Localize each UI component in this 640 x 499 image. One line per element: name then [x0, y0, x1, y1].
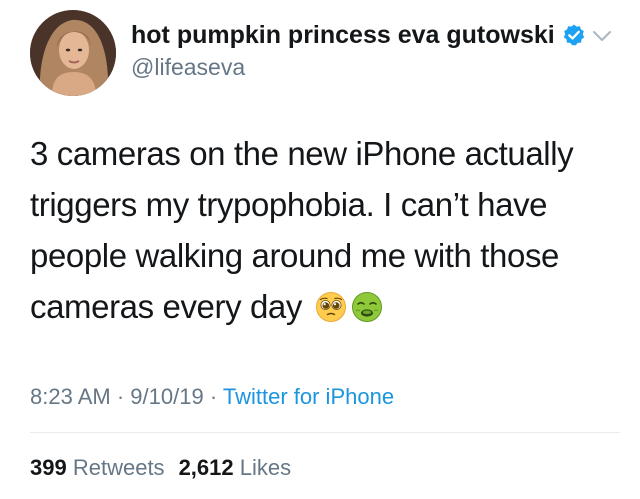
tweet-time[interactable]: 8:23 AM [30, 384, 111, 409]
meta-separator: · [209, 384, 218, 409]
likes-stat[interactable]: 2,612 Likes [179, 455, 292, 480]
tweet-header: hot pumpkin princess eva gutowski @lifea… [131, 18, 586, 81]
tweet-stats: 399 Retweets 2,612 Likes [30, 455, 291, 481]
pleading-face-emoji-icon [315, 292, 346, 322]
tweet-card: hot pumpkin princess eva gutowski @lifea… [0, 0, 640, 499]
tweet-text: 3 cameras on the new iPhone actually tri… [30, 128, 610, 332]
tweet-text-line: triggers my trypophobia. I can’t have [30, 186, 548, 223]
likes-count: 2,612 [178, 455, 234, 480]
display-name[interactable]: hot pumpkin princess eva gutowski [131, 21, 555, 50]
divider [30, 432, 620, 433]
chevron-down-icon[interactable] [591, 28, 613, 44]
verified-badge-icon [562, 23, 586, 47]
tweet-source-link[interactable]: Twitter for iPhone [223, 384, 394, 409]
meta-separator: · [116, 384, 125, 409]
tweet-text-line: people walking around me with those [30, 237, 560, 274]
retweets-label: Retweets [72, 455, 165, 480]
name-row: hot pumpkin princess eva gutowski [131, 18, 586, 52]
tweet-text-line: cameras every day [30, 288, 302, 325]
avatar[interactable] [30, 10, 116, 96]
retweets-stat[interactable]: 399 Retweets [30, 455, 165, 480]
tweet-text-line-last: cameras every day [30, 281, 610, 332]
retweets-count: 399 [30, 455, 67, 480]
nauseated-face-emoji-icon [351, 292, 382, 322]
tweet-text-line: 3 cameras on the new iPhone actually [30, 135, 574, 172]
tweet-date[interactable]: 9/10/19 [130, 384, 203, 409]
tweet-meta: 8:23 AM · 9/10/19 · Twitter for iPhone [30, 384, 394, 410]
avatar-photo-icon [30, 10, 116, 96]
likes-label: Likes [239, 455, 292, 480]
user-handle[interactable]: @lifeaseva [131, 54, 586, 81]
